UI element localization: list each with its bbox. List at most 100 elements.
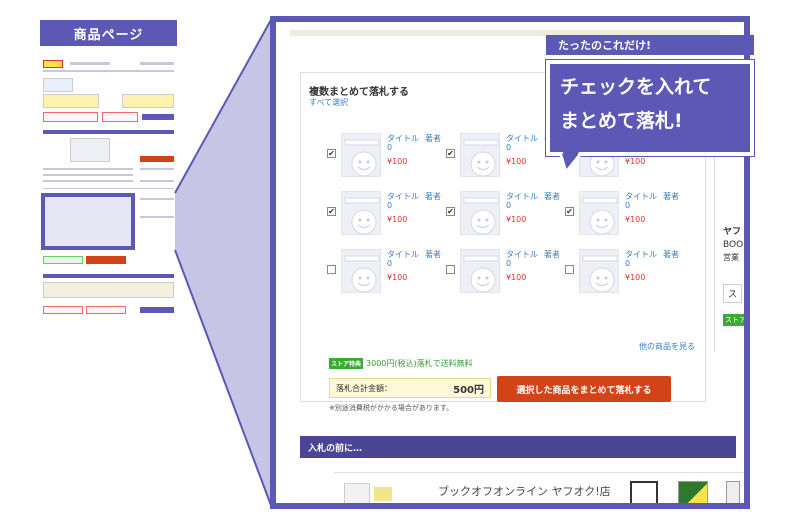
other-items-link[interactable]: 他の商品を見る	[639, 341, 695, 352]
item-title[interactable]: タイトル	[506, 192, 538, 201]
placeholder-face-icon	[582, 255, 618, 293]
item-price: ¥100	[387, 157, 408, 166]
item-count: 0	[625, 259, 631, 268]
item-title-line[interactable]: タイトル著者	[625, 191, 679, 202]
tax-note: ※別途消費税がかかる場合があります。	[329, 404, 454, 412]
placeholder-face-icon	[344, 255, 380, 293]
sidebar-text: BOO	[723, 240, 744, 250]
item-count: 0	[506, 259, 512, 268]
bundle-item: ✔タイトル著者0¥100	[446, 191, 566, 247]
right-sidebar: ヤフ BOO 営業 ス ストア	[714, 152, 746, 352]
total-amount: 500円	[453, 384, 484, 396]
item-price: ¥100	[387, 215, 408, 224]
sidebar-text[interactable]: ス	[723, 284, 743, 303]
shop-row: ブックオフオンライン ヤフオク!店	[334, 472, 744, 503]
item-price: ¥100	[625, 157, 646, 166]
item-checkbox[interactable]: ✔	[446, 207, 455, 216]
bundle-item: ✔タイトル著者0¥100	[565, 191, 685, 247]
section-header: 入札の前に…	[300, 436, 736, 458]
item-checkbox[interactable]: ✔	[446, 149, 455, 158]
store-benefit: ストア特典 3000円(税込)落札で送料無料	[329, 358, 473, 369]
shop-thumb-icon	[344, 483, 370, 503]
callout-body: チェックを入れて まとめて落札!	[545, 59, 755, 157]
item-checkbox[interactable]: ✔	[565, 207, 574, 216]
item-author[interactable]: 著者	[425, 134, 441, 143]
item-author[interactable]: 著者	[425, 192, 441, 201]
item-title-line[interactable]: タイトル著者	[506, 191, 560, 202]
item-checkbox[interactable]: ✔	[327, 149, 336, 158]
item-image-placeholder[interactable]	[579, 249, 619, 293]
callout-line-1: チェックを入れて	[560, 76, 712, 98]
sidebar-store-badge: ストア	[723, 314, 746, 326]
bundle-item: ✔タイトル著者0¥100	[327, 133, 447, 189]
sidebar-text: ヤフ	[723, 227, 742, 237]
item-title-line[interactable]: タイトル著者	[506, 249, 560, 260]
item-image-placeholder[interactable]	[341, 249, 381, 293]
item-author[interactable]: 著者	[425, 250, 441, 259]
item-title-line[interactable]: タイトル著者	[387, 191, 441, 202]
item-count: 0	[506, 143, 512, 152]
item-price: ¥100	[625, 273, 646, 282]
item-price: ¥100	[387, 273, 408, 282]
item-title[interactable]: タイトル	[387, 250, 419, 259]
bundle-item: タイトル著者0¥100	[446, 249, 566, 305]
bundle-item: タイトル著者0¥100	[327, 249, 447, 305]
item-image-placeholder[interactable]	[460, 191, 500, 235]
item-image-placeholder[interactable]	[460, 133, 500, 177]
callout-line-2: まとめて落札!	[560, 110, 683, 132]
placeholder-face-icon	[463, 197, 499, 235]
item-count: 0	[387, 259, 393, 268]
item-title[interactable]: タイトル	[625, 250, 657, 259]
placeholder-face-icon	[344, 139, 380, 177]
item-price: ¥100	[506, 215, 527, 224]
placeholder-face-icon	[463, 255, 499, 293]
item-author[interactable]: 著者	[663, 250, 679, 259]
placeholder-face-icon	[344, 197, 380, 235]
callout-tail	[560, 152, 584, 174]
item-count: 0	[387, 201, 393, 210]
item-author[interactable]: 著者	[544, 250, 560, 259]
sidebar-text: 営業	[723, 253, 739, 262]
item-checkbox[interactable]	[446, 265, 455, 274]
item-title[interactable]: タイトル	[625, 192, 657, 201]
store-benefit-text: 3000円(税込)落札で送料無料	[366, 359, 473, 368]
item-count: 0	[506, 201, 512, 210]
panel-title: 複数まとめて落札する	[309, 87, 409, 98]
item-checkbox[interactable]	[327, 265, 336, 274]
item-count: 0	[625, 201, 631, 210]
item-title-line[interactable]: タイトル著者	[625, 249, 679, 260]
item-title[interactable]: タイトル	[506, 250, 538, 259]
item-title-line[interactable]: タイトル著者	[387, 249, 441, 260]
shop-item-image[interactable]	[726, 481, 740, 503]
item-image-placeholder[interactable]	[579, 191, 619, 235]
store-badge: ストア特典	[329, 358, 364, 369]
total-label: 落札合計金額：	[336, 383, 392, 393]
item-count: 0	[387, 143, 393, 152]
item-title-line[interactable]: タイトル著者	[387, 133, 441, 144]
item-title[interactable]: タイトル	[387, 134, 419, 143]
item-image-placeholder[interactable]	[341, 133, 381, 177]
callout-header: たったのこれだけ!	[546, 35, 754, 55]
item-checkbox[interactable]	[565, 265, 574, 274]
item-checkbox[interactable]: ✔	[327, 207, 336, 216]
select-all-link[interactable]: すべて選択	[309, 97, 348, 108]
bundle-item: タイトル著者0¥100	[565, 249, 685, 305]
item-image-placeholder[interactable]	[341, 191, 381, 235]
item-author[interactable]: 著者	[663, 192, 679, 201]
bundle-item: ✔タイトル著者0¥100	[327, 191, 447, 247]
placeholder-face-icon	[463, 139, 499, 177]
shop-name[interactable]: ブックオフオンライン ヤフオク!店	[438, 483, 611, 499]
item-title[interactable]: タイトル	[506, 134, 538, 143]
item-title[interactable]: タイトル	[387, 192, 419, 201]
placeholder-face-icon	[582, 197, 618, 235]
item-author[interactable]: 著者	[544, 192, 560, 201]
total-box: 落札合計金額： 500円	[329, 378, 491, 398]
item-price: ¥100	[625, 215, 646, 224]
item-image-placeholder[interactable]	[460, 249, 500, 293]
shop-item-image[interactable]	[630, 481, 658, 503]
item-price: ¥100	[506, 157, 527, 166]
bundle-bid-button[interactable]: 選択した商品をまとめて落札する	[497, 376, 671, 402]
shop-item-image[interactable]	[678, 481, 708, 503]
item-price: ¥100	[506, 273, 527, 282]
shop-badge-icon	[374, 487, 392, 501]
